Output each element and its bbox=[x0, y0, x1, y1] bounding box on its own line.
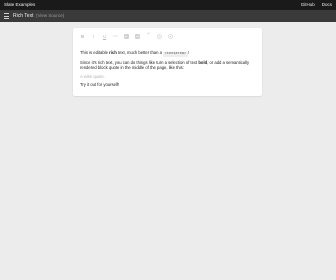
inline-code: <textarea> bbox=[163, 52, 188, 57]
bold-icon[interactable]: B bbox=[80, 34, 85, 39]
top-links: GitHub Docs bbox=[301, 2, 332, 8]
bold-text: rich bbox=[109, 50, 117, 55]
text-run: ! bbox=[187, 50, 189, 55]
paragraph-1[interactable]: This is editable rich text, much better … bbox=[80, 50, 256, 57]
italic-icon[interactable]: I bbox=[91, 34, 96, 39]
example-title: Rich Text bbox=[13, 13, 34, 19]
example-header-bar: Rich Text (View Source) bbox=[0, 10, 336, 22]
underline-icon[interactable]: U bbox=[102, 34, 107, 39]
editor-content[interactable]: This is editable rich text, much better … bbox=[80, 50, 256, 91]
text-run: Since it's rich text, you can do things … bbox=[80, 59, 199, 65]
bold-text: bold bbox=[198, 59, 208, 65]
text-run: This is editable bbox=[80, 50, 110, 55]
docs-link[interactable]: Docs bbox=[322, 2, 332, 8]
paragraph-3[interactable]: Try it out for yourself! bbox=[80, 82, 256, 88]
code-icon[interactable]: <> bbox=[113, 34, 118, 39]
heading-one-icon[interactable] bbox=[124, 33, 129, 39]
github-link[interactable]: GitHub bbox=[301, 2, 315, 8]
bulleted-list-icon[interactable] bbox=[168, 33, 173, 39]
brand-link[interactable]: Slate Examples bbox=[4, 2, 35, 8]
quote-icon[interactable]: “ bbox=[146, 33, 151, 39]
formatting-toolbar: B I U <> “ bbox=[80, 33, 173, 39]
editor-card: B I U <> “ This is editable rich text, m… bbox=[73, 28, 262, 96]
text-run: text, much better than a bbox=[116, 50, 164, 55]
numbered-list-icon[interactable] bbox=[157, 33, 162, 39]
paragraph-2[interactable]: Since it's rich text, you can do things … bbox=[80, 60, 256, 71]
top-navigation-bar: Slate Examples GitHub Docs bbox=[0, 0, 336, 10]
hamburger-menu-icon[interactable] bbox=[4, 13, 9, 19]
view-source-link[interactable]: (View Source) bbox=[36, 13, 64, 19]
heading-two-icon[interactable] bbox=[135, 33, 140, 39]
block-quote-placeholder[interactable]: A wise quote. bbox=[80, 74, 256, 80]
